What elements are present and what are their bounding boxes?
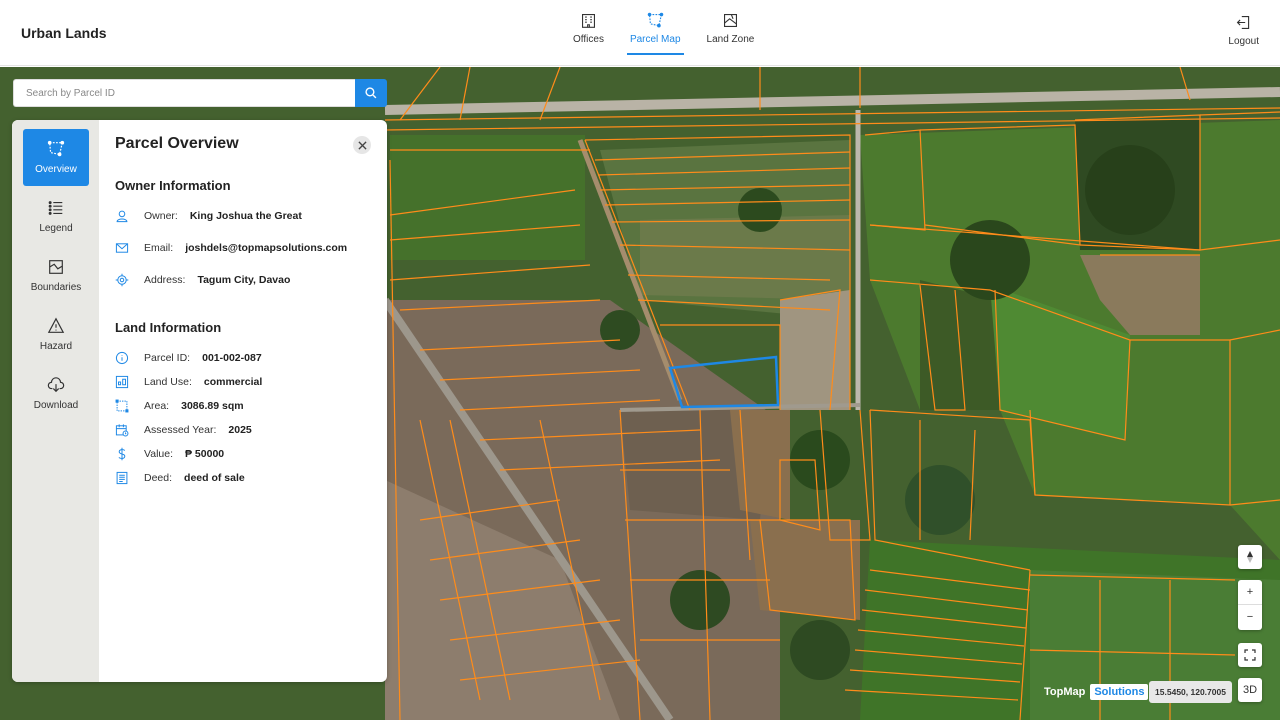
brand-name: TopMap bbox=[1044, 686, 1086, 698]
sidebar-item-download[interactable]: Download bbox=[23, 365, 89, 422]
area-row: Area: 3086.89 sqm bbox=[115, 399, 244, 413]
fullscreen-icon bbox=[1244, 649, 1256, 661]
address-label: Address: bbox=[144, 274, 186, 286]
sidebar-item-hazard[interactable]: Hazard bbox=[23, 306, 89, 363]
search-button[interactable] bbox=[355, 79, 387, 107]
zoom-in-button[interactable]: + bbox=[1238, 580, 1262, 605]
value-label: Value: bbox=[144, 448, 173, 460]
app-title: Urban Lands bbox=[21, 25, 107, 41]
brand-suffix: Solutions bbox=[1090, 684, 1149, 700]
zoom-controls: + − bbox=[1238, 580, 1262, 630]
parcel-id-value: 001-002-087 bbox=[202, 352, 262, 364]
logout-icon bbox=[1236, 15, 1250, 30]
email-row: Email: joshdels@topmapsolutions.com bbox=[115, 241, 347, 255]
parcel-panel: Overview Legend Boundaries Hazard Downlo… bbox=[12, 120, 387, 682]
area-value: 3086.89 sqm bbox=[181, 400, 244, 412]
nav-parcel-map[interactable]: Parcel Map bbox=[626, 12, 684, 55]
land-use-value: commercial bbox=[203, 376, 263, 388]
location-icon bbox=[115, 273, 129, 287]
polygon-icon bbox=[47, 140, 65, 157]
compass-button[interactable] bbox=[1238, 545, 1262, 569]
sidebar-item-label: Overview bbox=[35, 164, 77, 175]
sidebar-item-legend[interactable]: Legend bbox=[23, 188, 89, 245]
value-row: Value: ₱ 50000 bbox=[115, 447, 224, 461]
list-icon bbox=[48, 201, 63, 215]
sidebar-item-boundaries[interactable]: Boundaries bbox=[23, 247, 89, 304]
area-label: Area: bbox=[144, 400, 170, 412]
info-icon bbox=[115, 351, 129, 365]
close-icon bbox=[357, 140, 367, 150]
cloud-download-icon bbox=[47, 377, 65, 393]
owner-value: King Joshua the Great bbox=[189, 210, 302, 222]
panel-content: Parcel Overview Owner Information Owner:… bbox=[99, 120, 387, 682]
3d-label: 3D bbox=[1242, 684, 1258, 696]
sidebar-item-label: Legend bbox=[39, 223, 73, 234]
deed-row: Deed: deed of sale bbox=[115, 471, 245, 485]
nav-offices-label: Offices bbox=[573, 34, 604, 45]
user-icon bbox=[115, 209, 129, 223]
owner-label: Owner: bbox=[144, 210, 178, 222]
area-icon bbox=[115, 399, 129, 413]
deed-label: Deed: bbox=[144, 472, 173, 484]
zoom-out-button[interactable]: − bbox=[1238, 605, 1262, 630]
email-label: Email: bbox=[144, 242, 174, 254]
main-nav: Offices Parcel Map Land Zone bbox=[560, 12, 767, 55]
land-use-label: Land Use: bbox=[144, 376, 192, 388]
coordinates-display: 15.5450, 120.7005 bbox=[1149, 681, 1232, 703]
parcel-id-row: Parcel ID: 001-002-087 bbox=[115, 351, 262, 365]
sidebar-item-overview[interactable]: Overview bbox=[23, 129, 89, 186]
building-icon bbox=[581, 13, 595, 28]
search-icon bbox=[365, 87, 377, 99]
nav-land-zone[interactable]: Land Zone bbox=[704, 12, 758, 55]
panel-sidebar: Overview Legend Boundaries Hazard Downlo… bbox=[12, 120, 99, 682]
mail-icon bbox=[115, 241, 129, 255]
owner-section-title: Owner Information bbox=[115, 178, 231, 193]
panel-title: Parcel Overview bbox=[115, 135, 239, 152]
top-bar: Urban Lands Offices Parcel Map Land Zone… bbox=[0, 0, 1280, 66]
map-icon bbox=[49, 260, 63, 274]
assessed-year-row: Assessed Year: 2025 bbox=[115, 423, 252, 437]
fullscreen-button[interactable] bbox=[1238, 643, 1262, 667]
warning-icon bbox=[47, 317, 65, 333]
land-use-row: Land Use: commercial bbox=[115, 375, 262, 389]
document-icon bbox=[115, 471, 129, 485]
sidebar-item-label: Boundaries bbox=[30, 282, 82, 293]
close-button[interactable] bbox=[353, 136, 371, 154]
dollar-icon bbox=[115, 447, 129, 461]
assessed-year-label: Assessed Year: bbox=[144, 424, 217, 436]
parcel-id-label: Parcel ID: bbox=[144, 352, 191, 364]
address-value: Tagum City, Davao bbox=[197, 274, 291, 286]
zone-icon bbox=[723, 13, 737, 28]
land-use-icon bbox=[115, 375, 129, 389]
brand-logo: TopMap Solutions bbox=[1044, 684, 1149, 700]
owner-row: Owner: King Joshua the Great bbox=[115, 209, 302, 223]
email-value: joshdels@topmapsolutions.com bbox=[185, 242, 348, 254]
land-section-title: Land Information bbox=[115, 320, 222, 335]
assessed-year-value: 2025 bbox=[228, 424, 252, 436]
3d-button[interactable]: 3D bbox=[1238, 678, 1262, 702]
nav-parcel-map-label: Parcel Map bbox=[629, 34, 681, 45]
address-row: Address: Tagum City, Davao bbox=[115, 273, 290, 287]
calendar-icon bbox=[115, 423, 129, 437]
value-value: ₱ 50000 bbox=[185, 448, 225, 460]
sidebar-item-label: Hazard bbox=[39, 341, 73, 352]
nav-land-zone-label: Land Zone bbox=[706, 34, 755, 45]
parcel-search bbox=[13, 79, 387, 107]
compass-icon bbox=[1247, 551, 1253, 563]
deed-value: deed of sale bbox=[184, 472, 245, 484]
sidebar-item-label: Download bbox=[33, 400, 79, 411]
polygon-icon bbox=[647, 12, 663, 28]
logout-button[interactable]: Logout bbox=[1228, 14, 1259, 47]
logout-label: Logout bbox=[1228, 36, 1259, 47]
search-input[interactable] bbox=[13, 79, 355, 107]
nav-offices[interactable]: Offices bbox=[570, 12, 607, 55]
